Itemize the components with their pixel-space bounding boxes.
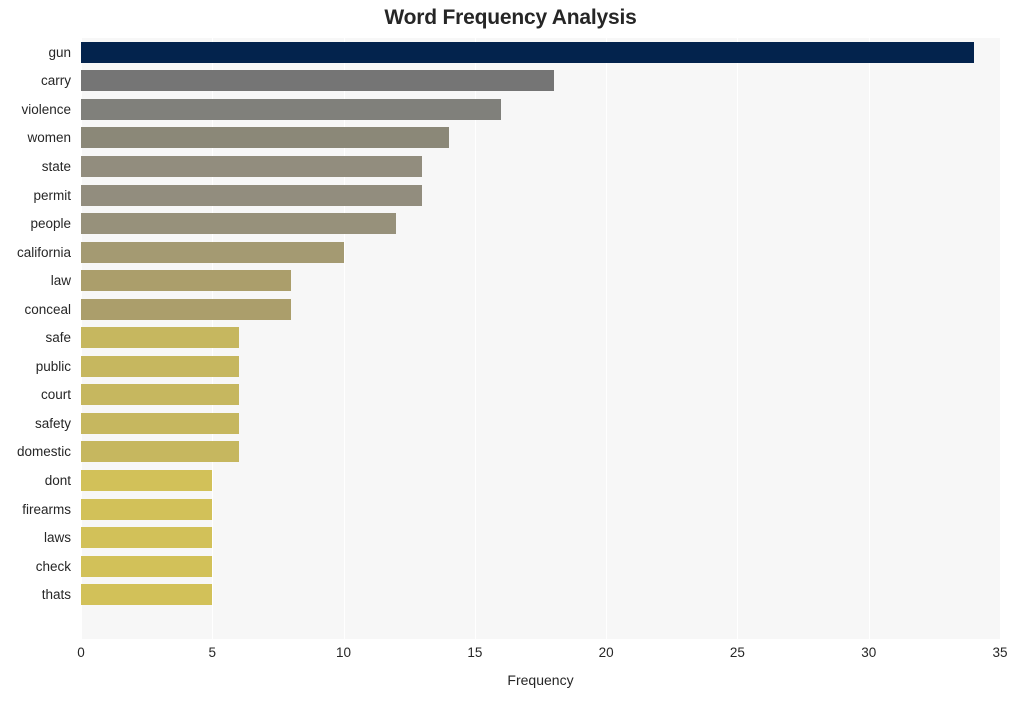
y-tick-label-gun: gun [0, 38, 75, 67]
bar-row[interactable] [81, 580, 1000, 609]
bar-row[interactable] [81, 124, 1000, 153]
bar-laws[interactable] [81, 527, 212, 548]
y-tick-label-permit: permit [0, 181, 75, 210]
y-tick-label-check: check [0, 552, 75, 581]
bar-domestic[interactable] [81, 441, 239, 462]
bar-row[interactable] [81, 495, 1000, 524]
x-tick-label-30: 30 [861, 645, 876, 660]
x-tick-label-25: 25 [730, 645, 745, 660]
chart-figure: Word Frequency Analysis guncarryviolence… [0, 0, 1021, 701]
x-axis-label: Frequency [81, 672, 1000, 688]
y-tick-label-public: public [0, 352, 75, 381]
bar-gun[interactable] [81, 42, 974, 63]
y-tick-label-people: people [0, 209, 75, 238]
bar-public[interactable] [81, 356, 239, 377]
bar-row[interactable] [81, 181, 1000, 210]
bar-safety[interactable] [81, 413, 239, 434]
chart-title: Word Frequency Analysis [0, 6, 1021, 30]
bar-people[interactable] [81, 213, 396, 234]
bar-row[interactable] [81, 381, 1000, 410]
y-tick-label-dont: dont [0, 466, 75, 495]
y-tick-label-safe: safe [0, 323, 75, 352]
bar-row[interactable] [81, 409, 1000, 438]
y-axis-tick-labels: guncarryviolencewomenstatepermitpeopleca… [0, 38, 75, 639]
x-tick-label-20: 20 [599, 645, 614, 660]
bar-conceal[interactable] [81, 299, 291, 320]
y-tick-label-firearms: firearms [0, 495, 75, 524]
y-tick-label-women: women [0, 124, 75, 153]
x-tick-label-0: 0 [77, 645, 85, 660]
y-tick-label-law: law [0, 266, 75, 295]
bar-court[interactable] [81, 384, 239, 405]
x-tick-label-10: 10 [336, 645, 351, 660]
bar-dont[interactable] [81, 470, 212, 491]
bar-firearms[interactable] [81, 499, 212, 520]
bar-carry[interactable] [81, 70, 554, 91]
bar-safe[interactable] [81, 327, 239, 348]
bar-row[interactable] [81, 323, 1000, 352]
bar-row[interactable] [81, 238, 1000, 267]
y-tick-label-violence: violence [0, 95, 75, 124]
bar-row[interactable] [81, 523, 1000, 552]
y-tick-label-carry: carry [0, 67, 75, 96]
plot-area [81, 38, 1000, 639]
bar-row[interactable] [81, 295, 1000, 324]
y-tick-label-thats: thats [0, 580, 75, 609]
bar-series [81, 38, 1000, 639]
y-tick-label-safety: safety [0, 409, 75, 438]
y-tick-label-conceal: conceal [0, 295, 75, 324]
y-tick-label-court: court [0, 381, 75, 410]
x-tick-label-35: 35 [992, 645, 1007, 660]
bar-california[interactable] [81, 242, 344, 263]
bar-check[interactable] [81, 556, 212, 577]
y-tick-label-domestic: domestic [0, 438, 75, 467]
y-tick-label-state: state [0, 152, 75, 181]
bar-row[interactable] [81, 95, 1000, 124]
bar-row[interactable] [81, 152, 1000, 181]
bar-row[interactable] [81, 67, 1000, 96]
bar-violence[interactable] [81, 99, 501, 120]
bar-row[interactable] [81, 38, 1000, 67]
bar-row[interactable] [81, 209, 1000, 238]
bar-row[interactable] [81, 552, 1000, 581]
bar-row[interactable] [81, 438, 1000, 467]
bar-permit[interactable] [81, 185, 422, 206]
bar-women[interactable] [81, 127, 449, 148]
bar-row[interactable] [81, 466, 1000, 495]
x-axis-tick-labels: 05101520253035 [81, 645, 1000, 665]
bar-row[interactable] [81, 266, 1000, 295]
bar-thats[interactable] [81, 584, 212, 605]
x-tick-label-5: 5 [209, 645, 217, 660]
bar-state[interactable] [81, 156, 422, 177]
y-tick-label-california: california [0, 238, 75, 267]
bar-law[interactable] [81, 270, 291, 291]
bar-row[interactable] [81, 352, 1000, 381]
gridline-x-35 [1000, 38, 1001, 639]
x-tick-label-15: 15 [467, 645, 482, 660]
y-tick-label-laws: laws [0, 523, 75, 552]
